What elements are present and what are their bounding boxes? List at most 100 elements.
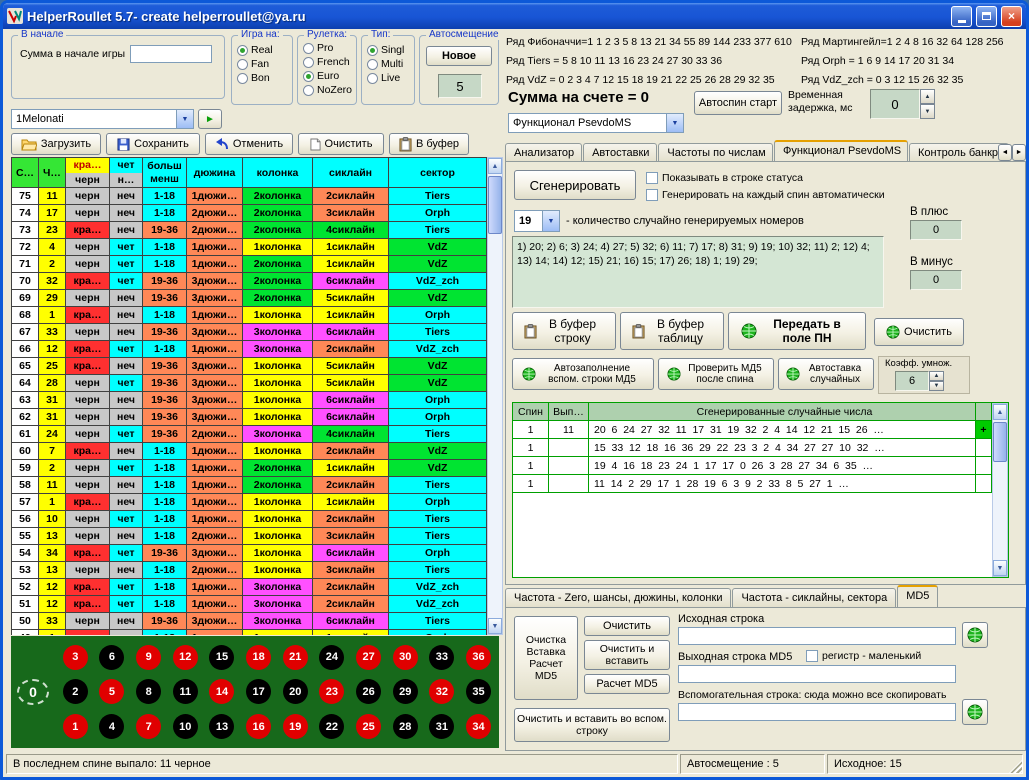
roulette-number-6[interactable]: 6	[99, 645, 124, 670]
roulette-number-36[interactable]: 36	[466, 645, 491, 670]
checkbox-show-status[interactable]: Показывать в строке статуса	[646, 172, 803, 184]
roulette-number-13[interactable]: 13	[209, 714, 234, 739]
spin-up-icon[interactable]: ▲	[920, 89, 935, 104]
clear-generated-button[interactable]: Очистить	[874, 318, 964, 346]
save-button[interactable]: Сохранить	[106, 133, 200, 155]
mode-select[interactable]: Функционал PsevdoMS ▼	[508, 113, 684, 133]
undo-button[interactable]: Отменить	[205, 133, 293, 155]
radio-euro[interactable]: Euro	[303, 70, 356, 82]
roulette-number-32[interactable]: 32	[429, 679, 454, 704]
md5-master-button[interactable]: Очистка Вставка Расчет MD5	[514, 616, 578, 700]
tab-freq-sixlines[interactable]: Частота - сиклайны, сектора	[732, 588, 896, 607]
chevron-down-icon[interactable]: ▼	[542, 211, 559, 231]
coef-stepper[interactable]: ▲ ▼	[929, 371, 944, 391]
roulette-number-19[interactable]: 19	[283, 714, 308, 739]
roulette-number-5[interactable]: 5	[99, 679, 124, 704]
roulette-number-25[interactable]: 25	[356, 714, 381, 739]
send-to-pn-button[interactable]: Передать в поле ПН	[728, 312, 866, 350]
roulette-number-28[interactable]: 28	[393, 714, 418, 739]
scroll-up-icon[interactable]: ▲	[488, 158, 502, 174]
md5-calc-button[interactable]: Расчет MD5	[584, 674, 670, 694]
checkbox-auto-generate[interactable]: Генерировать на каждый спин автоматическ…	[646, 189, 885, 201]
radio-real[interactable]: Real	[237, 44, 292, 56]
roulette-number-29[interactable]: 29	[393, 679, 418, 704]
tab-md5[interactable]: MD5	[897, 585, 938, 607]
roulette-number-35[interactable]: 35	[466, 679, 491, 704]
roulette-number-23[interactable]: 23	[319, 679, 344, 704]
md5-clear-paste-aux-button[interactable]: Очистить и вставить во вспом. строку	[514, 708, 670, 742]
buffer-table-button[interactable]: В буфер таблицу	[620, 312, 724, 350]
title-bar[interactable]: HelperRoullet 5.7- create helperroullet@…	[3, 3, 1026, 29]
md5-source-globe-button[interactable]	[962, 622, 988, 648]
tab-autobets[interactable]: Автоставки	[583, 143, 657, 162]
roulette-number-27[interactable]: 27	[356, 645, 381, 670]
autospin-button[interactable]: Автоспин старт	[694, 91, 782, 115]
md5-source-input[interactable]	[678, 627, 956, 645]
tab-scroll-right[interactable]: ►	[1012, 144, 1026, 161]
spin-down-icon[interactable]: ▼	[920, 104, 935, 119]
load-button[interactable]: Загрузить	[11, 133, 101, 155]
radio-bon[interactable]: Bon	[237, 72, 292, 84]
scroll-track[interactable]	[488, 174, 502, 618]
tab-analyzer[interactable]: Анализатор	[505, 143, 582, 162]
roulette-number-17[interactable]: 17	[246, 679, 271, 704]
roulette-number-10[interactable]: 10	[173, 714, 198, 739]
md5-aux-input[interactable]	[678, 703, 956, 721]
preset-select[interactable]: 1Melonati ▼	[11, 109, 194, 129]
roulette-number-16[interactable]: 16	[246, 714, 271, 739]
autobet-random-button[interactable]: Автоставка случайных	[778, 358, 874, 390]
scroll-down-icon[interactable]: ▼	[993, 560, 1007, 576]
radio-singl[interactable]: Singl	[367, 44, 414, 56]
roulette-number-34[interactable]: 34	[466, 714, 491, 739]
roulette-number-21[interactable]: 21	[283, 645, 308, 670]
scroll-down-icon[interactable]: ▼	[488, 618, 502, 634]
autofill-md5-button[interactable]: Автозаполнение вспом. строки МД5	[512, 358, 654, 390]
roulette-number-15[interactable]: 15	[209, 645, 234, 670]
radio-live[interactable]: Live	[367, 72, 414, 84]
md5-case-checkbox[interactable]: регистр - маленький	[806, 650, 921, 662]
spin-up-icon[interactable]: ▲	[929, 371, 944, 381]
start-sum-input[interactable]	[130, 45, 212, 63]
buffer-button[interactable]: В буфер	[389, 133, 469, 155]
roulette-number-11[interactable]: 11	[173, 679, 198, 704]
radio-multi[interactable]: Multi	[367, 58, 414, 70]
roulette-number-14[interactable]: 14	[209, 679, 234, 704]
generate-button[interactable]: Сгенерировать	[514, 170, 636, 200]
chevron-down-icon[interactable]: ▼	[176, 110, 193, 128]
tab-psevdoms[interactable]: Функционал PsevdoMS	[774, 140, 908, 162]
md5-output-input[interactable]	[678, 665, 956, 683]
play-button[interactable]: ►	[198, 109, 222, 129]
roulette-number-9[interactable]: 9	[136, 645, 161, 670]
generated-table-scrollbar[interactable]: ▲ ▼	[992, 403, 1008, 577]
md5-clear-button[interactable]: Очистить	[584, 616, 670, 636]
roulette-number-4[interactable]: 4	[99, 714, 124, 739]
roulette-number-20[interactable]: 20	[283, 679, 308, 704]
chevron-down-icon[interactable]: ▼	[666, 114, 683, 132]
roulette-number-18[interactable]: 18	[246, 645, 271, 670]
tab-frequencies[interactable]: Частоты по числам	[658, 143, 773, 162]
md5-clear-paste-button[interactable]: Очистить и вставить	[584, 640, 670, 670]
generated-numbers-text[interactable]: 1) 20; 2) 6; 3) 24; 4) 27; 5) 32; 6) 11;…	[512, 236, 884, 308]
roulette-number-30[interactable]: 30	[393, 645, 418, 670]
tab-scroll-left[interactable]: ◄	[998, 144, 1012, 161]
new-button[interactable]: Новое	[426, 46, 492, 66]
roulette-number-3[interactable]: 3	[63, 645, 88, 670]
history-scrollbar[interactable]: ▲ ▼	[487, 157, 503, 635]
roulette-number-2[interactable]: 2	[63, 679, 88, 704]
scroll-thumb[interactable]	[993, 422, 1007, 462]
roulette-number-26[interactable]: 26	[356, 679, 381, 704]
buffer-row-button[interactable]: В буфер строку	[512, 312, 616, 350]
roulette-number-24[interactable]: 24	[319, 645, 344, 670]
roulette-number-12[interactable]: 12	[173, 645, 198, 670]
tab-freq-zero[interactable]: Частота - Zero, шансы, дюжины, колонки	[505, 588, 731, 607]
radio-french[interactable]: French	[303, 56, 356, 68]
minimize-button[interactable]	[951, 6, 972, 27]
spin-down-icon[interactable]: ▼	[929, 381, 944, 391]
scroll-up-icon[interactable]: ▲	[993, 404, 1007, 420]
count-select[interactable]: 19 ▼	[514, 210, 560, 232]
close-button[interactable]: ×	[1001, 6, 1022, 27]
check-md5-button[interactable]: Проверить МД5 после спина	[658, 358, 774, 390]
tab-bankroll[interactable]: Контроль банкрол	[909, 143, 1009, 162]
roulette-number-22[interactable]: 22	[319, 714, 344, 739]
delay-stepper[interactable]: ▲ ▼	[920, 89, 935, 119]
